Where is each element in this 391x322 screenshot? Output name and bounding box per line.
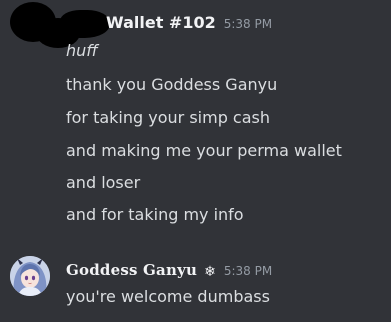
snowflake-icon[interactable]: ❄ bbox=[204, 264, 216, 280]
timestamp[interactable]: 5:38 PM bbox=[224, 264, 272, 278]
message-line: and making me your perma wallet bbox=[66, 141, 342, 160]
redacted-avatar[interactable] bbox=[10, 0, 110, 48]
avatar-image bbox=[10, 256, 50, 296]
message-header: Goddess Ganyu ❄ 5:38 PM bbox=[66, 261, 272, 280]
username[interactable]: Goddess Ganyu bbox=[66, 261, 197, 279]
redaction-scribble bbox=[60, 10, 110, 38]
message-line: and loser bbox=[66, 173, 141, 192]
message-line: you're welcome dumbass bbox=[66, 287, 270, 306]
message-header: Wallet #102 5:38 PM bbox=[106, 13, 272, 32]
username[interactable]: Wallet #102 bbox=[106, 13, 216, 32]
message-line: huff bbox=[66, 41, 98, 60]
message-line: for taking your simp cash bbox=[66, 108, 271, 127]
timestamp[interactable]: 5:38 PM bbox=[224, 17, 272, 31]
message-line: and for taking my info bbox=[66, 205, 244, 224]
anime-character-avatar[interactable] bbox=[10, 256, 50, 296]
message-line: thank you Goddess Ganyu bbox=[66, 75, 278, 94]
